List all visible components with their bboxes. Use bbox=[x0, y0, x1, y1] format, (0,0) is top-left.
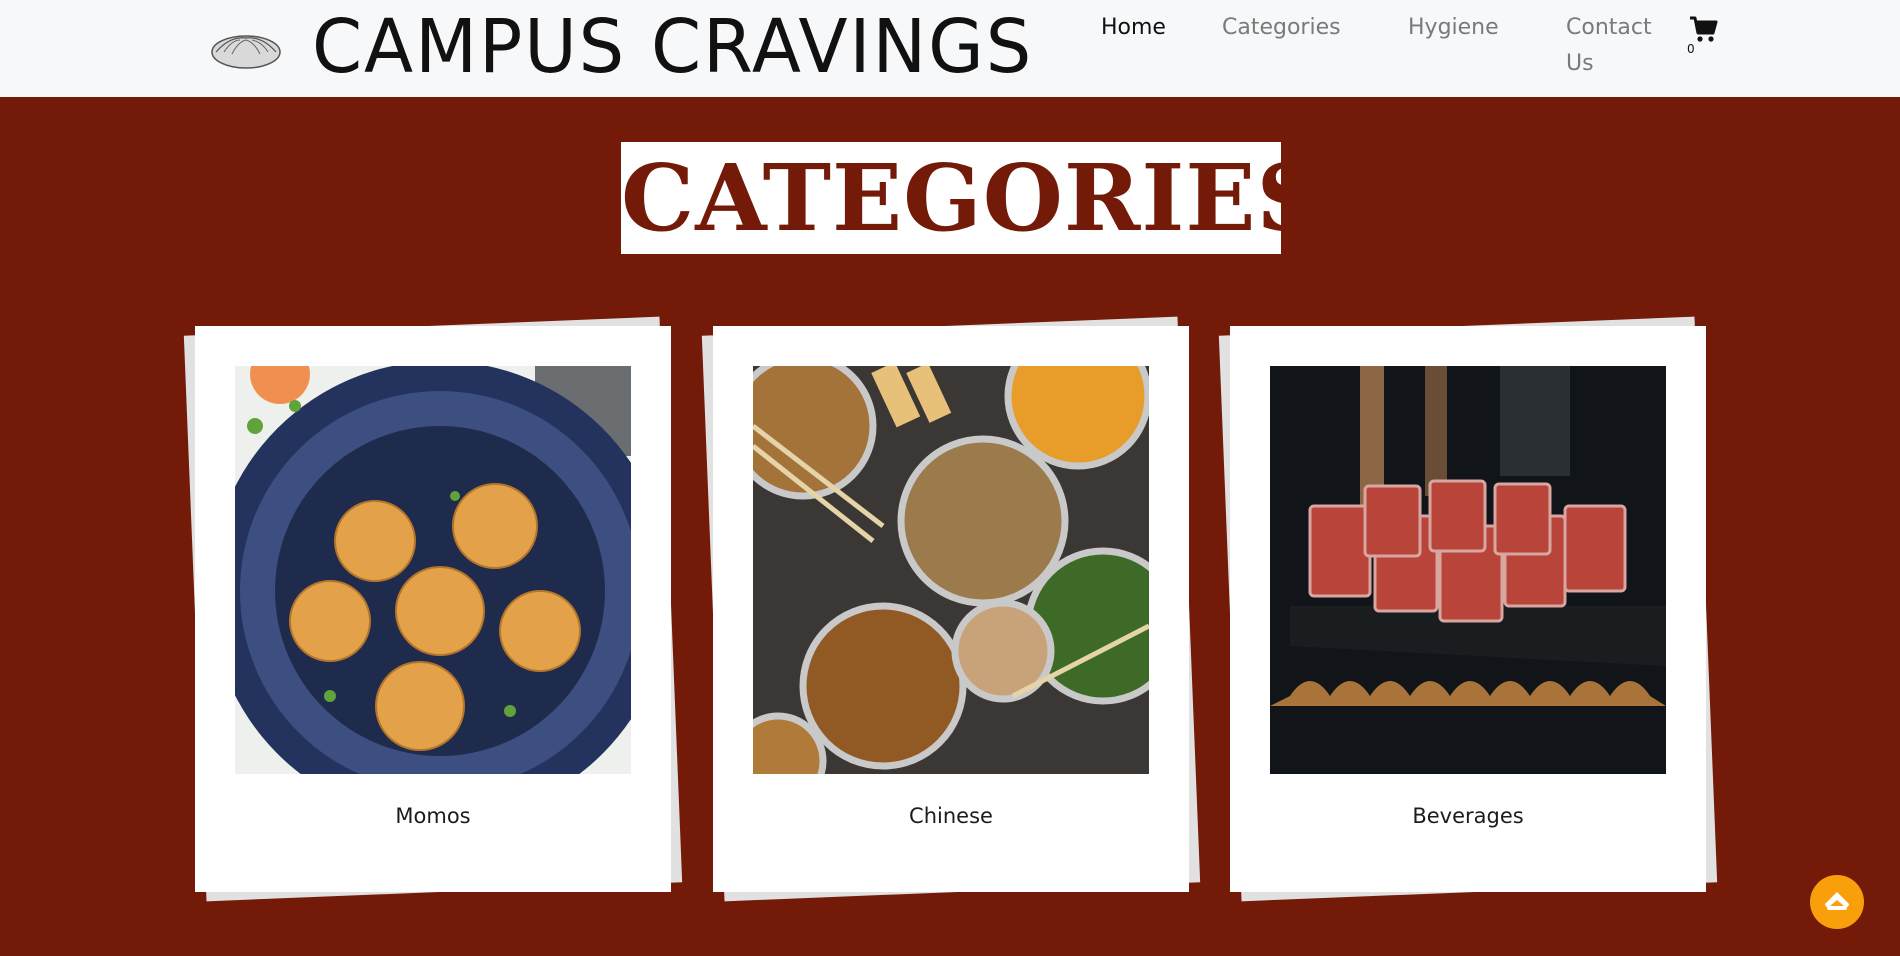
category-card-momos[interactable]: Momos bbox=[183, 316, 683, 902]
page-title: CATEGORIES bbox=[621, 142, 1324, 254]
category-card-chinese[interactable]: Chinese bbox=[701, 316, 1201, 902]
card-body[interactable]: Beverages bbox=[1230, 326, 1706, 892]
category-card-beverages[interactable]: Beverages bbox=[1218, 316, 1718, 902]
category-label: Beverages bbox=[1412, 804, 1524, 828]
brand-title[interactable]: CAMPUS CRAVINGS bbox=[312, 4, 1033, 90]
chinese-food-photo[interactable] bbox=[753, 366, 1149, 774]
cart-count-badge: 0 bbox=[1687, 42, 1695, 56]
card-body[interactable]: Momos bbox=[195, 326, 671, 892]
category-label: Chinese bbox=[909, 804, 993, 828]
momos-photo[interactable] bbox=[235, 366, 631, 774]
category-label: Momos bbox=[395, 804, 471, 828]
nav-contact-us[interactable]: Contact Us bbox=[1566, 10, 1666, 82]
nav-home[interactable]: Home bbox=[1101, 10, 1166, 46]
beverages-photo[interactable] bbox=[1270, 366, 1666, 774]
nav-hygiene[interactable]: Hygiene bbox=[1408, 10, 1499, 46]
card-body[interactable]: Chinese bbox=[713, 326, 1189, 892]
shopping-cart-icon[interactable] bbox=[1688, 14, 1718, 44]
scroll-to-top-button[interactable] bbox=[1810, 875, 1864, 929]
site-header: CAMPUS CRAVINGS Home Categories Hygiene … bbox=[0, 0, 1900, 97]
dumpling-icon[interactable] bbox=[210, 30, 282, 70]
nav-categories[interactable]: Categories bbox=[1222, 10, 1341, 46]
arrow-up-icon bbox=[1825, 892, 1849, 910]
